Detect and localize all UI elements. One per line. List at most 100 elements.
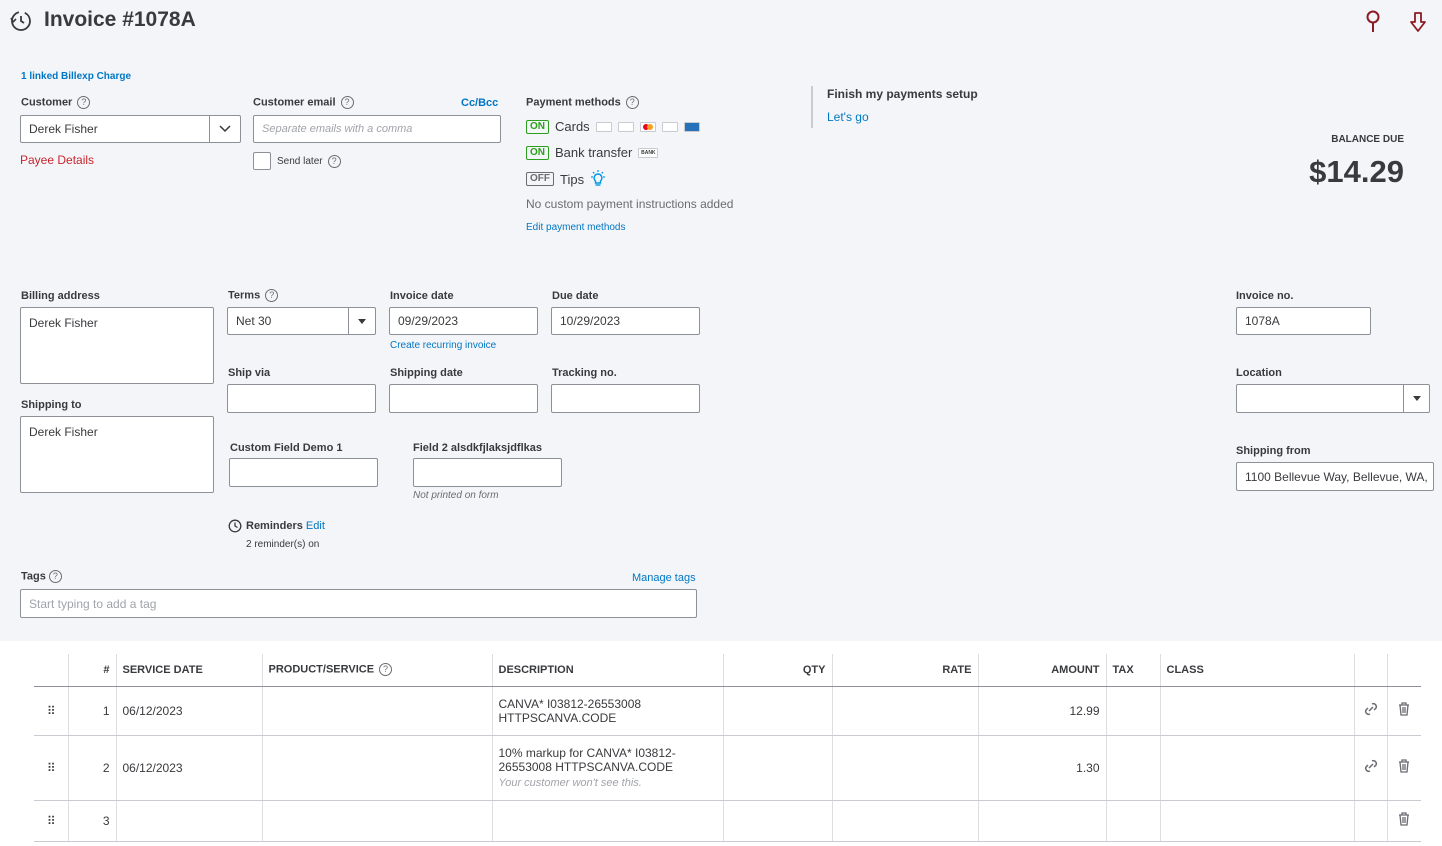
customer-email-input[interactable]: Separate emails with a comma xyxy=(253,115,501,143)
help-icon[interactable]: ? xyxy=(265,289,279,302)
history-icon[interactable] xyxy=(9,9,33,33)
link-icon[interactable] xyxy=(1353,735,1387,801)
payment-method-tips[interactable]: OFF Tips xyxy=(526,170,607,188)
shipping-to-textarea[interactable]: Derek Fisher xyxy=(20,416,214,493)
payee-details-link[interactable]: Payee Details xyxy=(20,153,94,167)
row-amount[interactable] xyxy=(977,800,1106,842)
table-row[interactable]: ⠿ 3 xyxy=(34,800,1421,842)
row-tax[interactable] xyxy=(1105,735,1160,801)
row-qty[interactable] xyxy=(722,735,832,801)
drag-handle-icon[interactable]: ⠿ xyxy=(34,800,68,842)
col-tax: TAX xyxy=(1105,654,1160,687)
row-class[interactable] xyxy=(1159,686,1354,736)
trash-icon[interactable] xyxy=(1386,735,1421,801)
linked-charge-link[interactable]: 1 linked Billexp Charge xyxy=(21,71,131,82)
payment-method-cards[interactable]: ON Cards xyxy=(526,119,700,134)
row-tax[interactable] xyxy=(1105,800,1160,842)
row-service-date[interactable]: 06/12/2023 xyxy=(115,735,262,801)
shipping-from-input[interactable]: 1100 Bellevue Way, Bellevue, WA, xyxy=(1236,462,1434,491)
tips-label: Tips xyxy=(560,171,585,187)
billing-address-textarea[interactable]: Derek Fisher xyxy=(20,307,214,384)
row-class[interactable] xyxy=(1159,800,1354,842)
row-num: 1 xyxy=(67,686,116,736)
clock-icon xyxy=(228,519,242,533)
row-product[interactable] xyxy=(261,800,492,842)
cards-toggle[interactable]: ON xyxy=(526,119,549,134)
invoice-no-input[interactable]: 1078A xyxy=(1236,307,1371,335)
apple-pay-icon xyxy=(595,121,612,132)
link-icon[interactable] xyxy=(1353,686,1387,736)
custom-field-1-label: Custom Field Demo 1 xyxy=(230,442,343,454)
trash-icon[interactable] xyxy=(1386,800,1421,842)
reminders-edit-link[interactable]: Edit xyxy=(306,520,325,532)
dropdown-arrow-icon[interactable] xyxy=(348,308,375,334)
row-class[interactable] xyxy=(1159,735,1354,801)
help-icon[interactable]: ? xyxy=(379,663,393,677)
row-amount[interactable]: 1.30 xyxy=(977,735,1106,801)
customer-select[interactable]: Derek Fisher xyxy=(20,115,241,143)
terms-select[interactable]: Net 30 xyxy=(227,307,376,335)
row-qty[interactable] xyxy=(722,686,832,736)
bank-toggle[interactable]: ON xyxy=(526,145,549,160)
divider xyxy=(811,86,813,128)
drag-handle-icon[interactable]: ⠿ xyxy=(34,686,68,736)
row-rate[interactable] xyxy=(831,735,978,801)
due-date-label: Due date xyxy=(552,290,599,302)
row-rate[interactable] xyxy=(831,800,978,842)
table-row[interactable]: ⠿ 2 06/12/2023 10% markup for CANVA* I03… xyxy=(34,735,1421,801)
drag-handle-icon[interactable]: ⠿ xyxy=(34,735,68,801)
help-icon[interactable]: ? xyxy=(48,570,62,583)
edit-payment-methods-link[interactable]: Edit payment methods xyxy=(526,222,626,233)
row-description[interactable] xyxy=(491,800,723,842)
tracking-no-input[interactable] xyxy=(551,384,700,413)
finish-setup-title: Finish my payments setup xyxy=(827,87,978,101)
location-label: Location xyxy=(1236,367,1282,379)
row-service-date[interactable]: 06/12/2023 xyxy=(115,686,262,736)
trash-icon[interactable] xyxy=(1386,686,1421,736)
send-later-checkbox[interactable] xyxy=(253,152,271,170)
ship-via-input[interactable] xyxy=(227,384,376,413)
chevron-down-icon[interactable] xyxy=(209,116,240,142)
location-select[interactable] xyxy=(1236,384,1430,413)
due-date-input[interactable]: 10/29/2023 xyxy=(551,307,700,335)
cards-label: Cards xyxy=(555,119,590,134)
row-description[interactable]: CANVA* I03812-26553008 HTTPSCANVA.CODE xyxy=(491,686,723,736)
row-product[interactable] xyxy=(261,686,492,736)
balance-due-label: BALANCE DUE xyxy=(1331,134,1404,145)
pin-icon[interactable] xyxy=(1364,10,1382,34)
tips-toggle[interactable]: OFF xyxy=(526,172,554,186)
row-rate[interactable] xyxy=(831,686,978,736)
row-qty[interactable] xyxy=(722,800,832,842)
help-icon[interactable]: ? xyxy=(327,155,341,168)
tags-input[interactable]: Start typing to add a tag xyxy=(20,589,697,618)
payment-methods-label: Payment methods? xyxy=(526,96,639,109)
description-text: 10% markup for CANVA* I03812-26553008 HT… xyxy=(498,746,676,774)
row-amount[interactable]: 12.99 xyxy=(977,686,1106,736)
lets-go-link[interactable]: Let's go xyxy=(827,110,869,124)
download-arrow-icon[interactable] xyxy=(1409,10,1427,34)
help-icon[interactable]: ? xyxy=(625,96,639,109)
help-icon[interactable]: ? xyxy=(340,96,354,109)
create-recurring-invoice-link[interactable]: Create recurring invoice xyxy=(390,340,496,351)
shipping-date-input[interactable] xyxy=(389,384,538,413)
row-product[interactable] xyxy=(261,735,492,801)
custom-field-2-input[interactable] xyxy=(413,458,562,487)
tracking-no-label: Tracking no. xyxy=(552,367,617,379)
help-icon[interactable]: ? xyxy=(77,96,91,109)
description-note: Your customer won't see this. xyxy=(498,777,642,789)
payment-method-bank[interactable]: ON Bank transfer BANK xyxy=(526,145,659,160)
row-service-date[interactable] xyxy=(115,800,262,842)
row-tax[interactable] xyxy=(1105,686,1160,736)
invoice-date-input[interactable]: 09/29/2023 xyxy=(389,307,538,335)
mastercard-icon xyxy=(639,121,656,132)
cc-bcc-link[interactable]: Cc/Bcc xyxy=(461,97,498,109)
custom-field-1-input[interactable] xyxy=(229,458,378,487)
bank-transfer-label: Bank transfer xyxy=(555,145,633,160)
col-num: # xyxy=(67,654,116,687)
col-amount: AMOUNT xyxy=(977,654,1106,687)
manage-tags-link[interactable]: Manage tags xyxy=(632,572,696,584)
dropdown-arrow-icon[interactable] xyxy=(1403,385,1429,412)
col-product-service: PRODUCT/SERVICE? xyxy=(261,654,492,687)
table-row[interactable]: ⠿ 1 06/12/2023 CANVA* I03812-26553008 HT… xyxy=(34,686,1421,736)
row-description[interactable]: 10% markup for CANVA* I03812-26553008 HT… xyxy=(491,735,723,801)
